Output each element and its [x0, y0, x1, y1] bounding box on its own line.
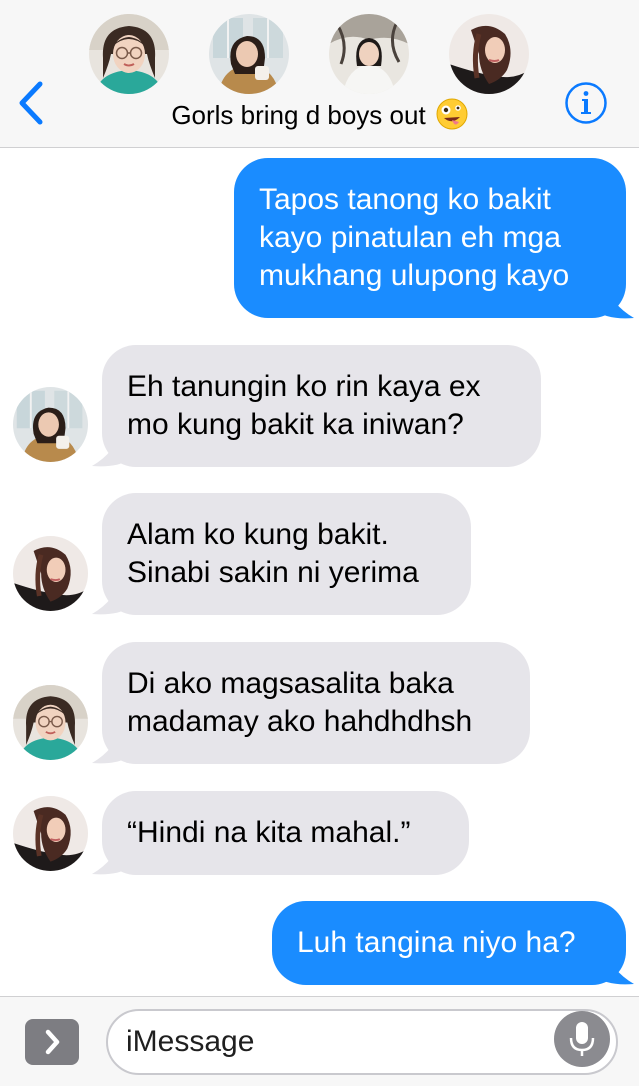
sender-avatar[interactable]	[13, 685, 88, 760]
info-circle-icon	[565, 82, 607, 124]
message-line: mukhang ulupong kayo	[259, 259, 570, 292]
imessage-field[interactable]	[106, 1009, 618, 1075]
message-composer	[0, 996, 639, 1086]
message-bubble[interactable]: Tapos tanong ko bakit kayo pinatulan eh …	[234, 158, 626, 318]
microphone-icon	[569, 1022, 595, 1056]
message-line: kayo pinatulan eh mga	[259, 221, 561, 254]
message-bubble[interactable]: “Hindi na kita mahal.”	[102, 791, 469, 875]
conversation-screen: Gorls bring d boys out Tapos tanong ko b…	[0, 0, 639, 1086]
chevron-right-icon	[45, 1029, 60, 1055]
sender-avatar[interactable]	[13, 387, 88, 462]
message-bubble[interactable]: Alam ko kung bakit. Sinabi sakin ni yeri…	[102, 493, 471, 615]
avatar-participant-4[interactable]	[449, 14, 529, 94]
sender-avatar[interactable]	[13, 796, 88, 871]
avatar-participant-2[interactable]	[209, 14, 289, 94]
message-line: “Hindi na kita mahal.”	[127, 816, 411, 849]
sender-avatar[interactable]	[13, 536, 88, 611]
microphone-button[interactable]	[554, 1011, 610, 1067]
message-line: Sinabi sakin ni yerima	[127, 556, 419, 589]
message-line: Eh tanungin ko rin kaya ex	[127, 370, 481, 403]
message-line: Tapos tanong ko bakit	[259, 183, 551, 216]
message-line: Luh tangina niyo ha?	[297, 926, 576, 959]
message-bubble[interactable]: Eh tanungin ko rin kaya ex mo kung bakit…	[102, 345, 541, 467]
message-bubble[interactable]: Di ako magsasalita baka madamay ako hahd…	[102, 642, 530, 764]
avatar-participant-1[interactable]	[89, 14, 169, 94]
message-bubble[interactable]: Luh tangina niyo ha?	[272, 901, 626, 985]
message-line: Alam ko kung bakit.	[127, 518, 389, 551]
group-title[interactable]: Gorls bring d boys out	[0, 97, 639, 139]
message-input[interactable]	[126, 1021, 546, 1063]
message-line: mo kung bakit ka iniwan?	[127, 408, 464, 441]
info-button[interactable]	[564, 81, 608, 125]
conversation-header: Gorls bring d boys out	[0, 0, 639, 148]
message-line: madamay ako hahdhdhsh	[127, 705, 473, 738]
group-title-text: Gorls bring d boys out	[171, 100, 426, 130]
avatar-participant-3[interactable]	[329, 14, 409, 94]
zany-face-emoji	[436, 98, 468, 139]
apps-expand-button[interactable]	[25, 1019, 79, 1065]
message-line: Di ako magsasalita baka	[127, 667, 454, 700]
